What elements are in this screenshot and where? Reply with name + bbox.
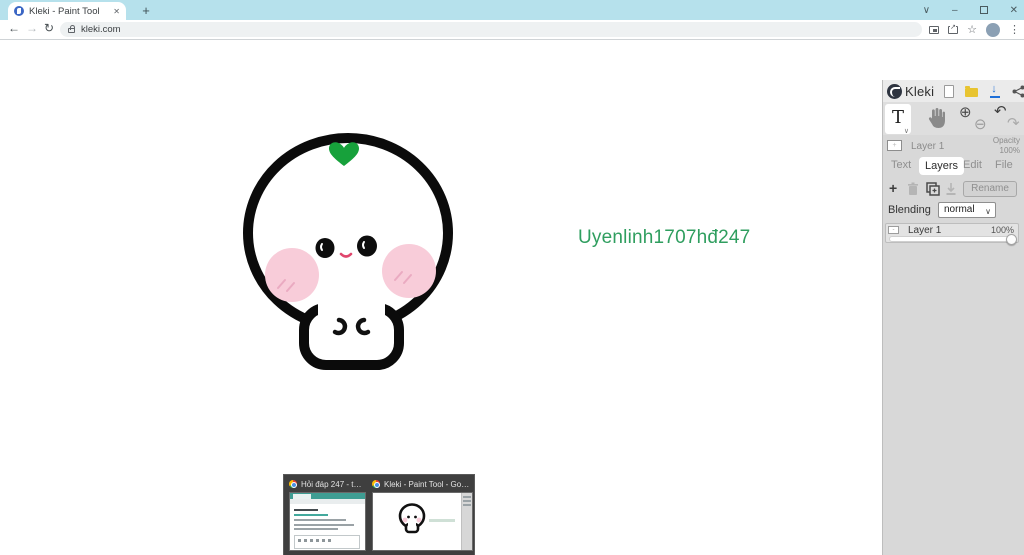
share-icon[interactable] <box>948 22 959 34</box>
profile-avatar[interactable] <box>986 22 1000 37</box>
paint-canvas[interactable]: Uyenlinh1707hđ247 Hỏi đáp 247 - tran... <box>0 41 881 555</box>
select-chevron-icon: ∨ <box>985 207 991 216</box>
tab-title: Kleki - Paint Tool <box>29 5 100 17</box>
slider-handle[interactable] <box>1006 234 1017 245</box>
mini-address-bar <box>290 498 365 504</box>
minimize-button[interactable]: – <box>952 5 958 16</box>
lock-icon <box>68 25 75 33</box>
new-image-icon[interactable] <box>944 84 955 98</box>
merge-layer-icon[interactable] <box>945 182 957 196</box>
undo-icon[interactable]: ↶ <box>994 104 1007 119</box>
maximize-button[interactable] <box>979 6 988 14</box>
tab-file[interactable]: File <box>989 156 1019 175</box>
kleki-sidebar: Kleki ? T ∨ <box>882 80 1024 555</box>
save-download-icon[interactable] <box>989 83 1001 98</box>
canvas-text-annotation: Uyenlinh1707hđ247 <box>578 227 751 248</box>
character-drawing <box>243 133 453 370</box>
menu-kebab-icon[interactable]: ⋮ <box>1009 23 1020 36</box>
forward-button[interactable]: → <box>26 21 38 35</box>
mini-sidebar <box>461 492 472 550</box>
page-content: Uyenlinh1707hđ247 Hỏi đáp 247 - tran... <box>0 39 1024 555</box>
layers-panel: + Rename Blending normal ∨ - Layer 1 100… <box>883 175 1024 555</box>
kleki-header: Kleki ? <box>883 80 1024 102</box>
text-tool-button[interactable]: T ∨ <box>885 104 911 135</box>
delete-layer-icon[interactable] <box>907 182 919 196</box>
screen: Kleki - Paint Tool ✕ + ∨ – ✕ ← → ↻ kleki… <box>0 0 1024 555</box>
sidebar-tabs: Text Layers Edit File <box>883 156 1024 175</box>
window-controls: ∨ – ✕ <box>923 0 1018 20</box>
zoom-out-icon[interactable]: ⊖ <box>974 117 987 132</box>
layer-name: Layer 1 <box>908 225 942 236</box>
blending-select[interactable]: normal ∨ <box>938 202 996 218</box>
opacity-label: Opacity 100% <box>992 136 1020 155</box>
browser-toolbar: ← → ↻ kleki.com ☆ ⋮ <box>0 20 1024 39</box>
mini-character <box>398 503 426 534</box>
chrome-icon <box>289 480 297 489</box>
chrome-icon <box>372 480 380 489</box>
blending-label: Blending <box>888 204 931 216</box>
layer-list-item[interactable]: - Layer 1 100% <box>885 223 1019 245</box>
open-file-icon[interactable] <box>965 86 979 97</box>
tab-text[interactable]: Text <box>885 156 917 175</box>
layer-thumbnail: - <box>888 226 899 234</box>
share-icon[interactable] <box>1012 85 1024 98</box>
preview-card[interactable]: Hỏi đáp 247 - tran... <box>289 479 366 551</box>
mini-canvas-text <box>429 518 455 522</box>
address-bar[interactable]: kleki.com <box>60 22 922 37</box>
layer-buttons-row: + Rename <box>883 181 1024 197</box>
add-layer-button[interactable]: + <box>889 181 897 195</box>
close-window-button[interactable]: ✕ <box>1010 5 1018 16</box>
tool-chevron-icon: ∨ <box>903 127 909 135</box>
active-layer-info: + Layer 1 Opacity 100% <box>883 135 1024 156</box>
reload-button[interactable]: ↻ <box>44 21 54 35</box>
preview-card[interactable]: Kleki - Paint Tool - Google Chro... <box>372 479 473 551</box>
redo-icon[interactable]: ↷ <box>1007 116 1020 131</box>
back-button[interactable]: ← <box>8 21 20 35</box>
preview-thumbnail-kleki[interactable] <box>372 491 473 551</box>
blending-row: Blending normal ∨ <box>883 201 1024 219</box>
new-tab-button[interactable]: + <box>138 3 154 19</box>
browser-tab[interactable]: Kleki - Paint Tool ✕ <box>8 2 126 20</box>
brand-name: Kleki <box>905 83 935 99</box>
mini-editor-box <box>294 534 360 549</box>
install-app-icon[interactable] <box>929 25 940 34</box>
taskbar-preview-popup: Hỏi đáp 247 - tran... <box>283 474 475 555</box>
preview-thumbnail-webpage[interactable] <box>289 491 366 551</box>
preview-title: Hỏi đáp 247 - tran... <box>301 479 363 489</box>
url-text: kleki.com <box>81 24 121 35</box>
kleki-favicon-icon <box>14 6 24 16</box>
tab-close-icon[interactable]: ✕ <box>113 7 120 16</box>
preview-title: Kleki - Paint Tool - Google Chro... <box>384 479 472 489</box>
active-layer-label: Layer 1 <box>911 141 945 152</box>
layer-opacity-slider[interactable] <box>889 234 1017 245</box>
toolbar-right-icons: ☆ ⋮ <box>929 20 1020 39</box>
tool-row: T ∨ ⊕ ⊖ ↶ ↷ <box>883 102 1024 135</box>
duplicate-layer-icon[interactable] <box>926 182 940 196</box>
hand-tool-button[interactable] <box>927 107 947 129</box>
rename-layer-button[interactable]: Rename <box>963 181 1017 197</box>
tab-search-chevron-icon[interactable]: ∨ <box>923 5 930 16</box>
bookmark-star-icon[interactable]: ☆ <box>967 23 977 36</box>
color-swatch[interactable]: + <box>887 140 902 151</box>
zoom-in-icon[interactable]: ⊕ <box>959 105 972 120</box>
browser-tab-strip: Kleki - Paint Tool ✕ + ∨ – ✕ <box>0 0 1024 20</box>
tab-edit[interactable]: Edit <box>957 156 988 175</box>
kleki-logo-icon <box>887 83 902 99</box>
